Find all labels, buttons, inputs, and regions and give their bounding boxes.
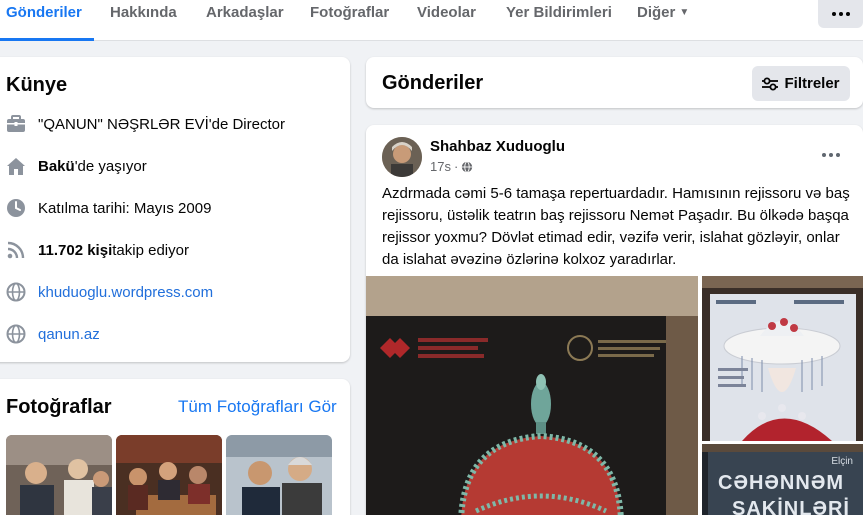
post-image-main[interactable] (366, 276, 698, 515)
intro-website-2: qanun.az (6, 322, 100, 346)
photo-thumbnail[interactable] (116, 435, 222, 515)
rss-icon (6, 240, 26, 260)
more-dot-icon (836, 153, 840, 157)
tab-about[interactable]: Hakkında (110, 0, 177, 41)
posts-title: Gönderiler (382, 72, 484, 94)
more-dot-icon (831, 12, 836, 16)
post-author-name[interactable]: Shahbaz Xuduoglu (430, 138, 565, 155)
tab-videos[interactable]: Videolar (417, 0, 476, 41)
see-all-photos-link[interactable]: Tüm Fotoğrafları Gör (178, 397, 337, 417)
house-icon (6, 156, 26, 176)
intro-website-1: khuduoglu.wordpress.com (6, 280, 213, 304)
book-author-text: Elçin (831, 456, 853, 467)
chevron-down-icon: ▼ (679, 7, 690, 18)
photo-thumbnail[interactable] (226, 435, 332, 515)
intro-followers: 11.702 kişi takip ediyor (6, 238, 189, 262)
intro-work-org[interactable]: "QANUN" NƏŞRLƏR EVİ (38, 116, 209, 133)
more-dot-icon (829, 153, 833, 157)
active-tab-indicator (0, 38, 94, 41)
avatar[interactable] (382, 137, 422, 177)
globe-icon (6, 324, 26, 344)
post-options-button[interactable] (822, 153, 840, 157)
tab-photos[interactable]: Fotoğraflar (310, 0, 389, 41)
post-meta: 17s · (430, 159, 473, 174)
more-dot-icon (822, 153, 826, 157)
filters-button[interactable]: Filtreler (752, 66, 850, 101)
tab-friends[interactable]: Arkadaşlar (206, 0, 284, 41)
intro-joined-text: Katılma tarihi: Mayıs 2009 (38, 199, 212, 217)
intro-work: "QANUN" NƏŞRLƏR EVİ'de Director (6, 112, 285, 136)
tab-posts[interactable]: Gönderiler (6, 0, 82, 41)
intro-followers-count[interactable]: 11.702 kişi (38, 242, 112, 259)
intro-website-link-1[interactable]: khuduoglu.wordpress.com (38, 284, 213, 301)
globe-icon[interactable] (461, 160, 473, 173)
photos-card: Fotoğraflar Tüm Fotoğrafları Gör (0, 379, 350, 515)
post-timestamp[interactable]: 17s (430, 159, 451, 174)
book-title-line-2: SAKİNLƏRİ (732, 498, 850, 515)
post-image-book[interactable]: Elçin CƏHƏNNƏM SAKİNLƏRİ (702, 444, 863, 515)
photo-thumbnail[interactable] (6, 435, 112, 515)
meta-separator: · (453, 159, 459, 174)
globe-icon (6, 282, 26, 302)
intro-city-name[interactable]: Bakü (38, 158, 75, 175)
intro-followers-suffix: takip ediyor (112, 241, 189, 259)
more-dot-icon (845, 12, 850, 16)
post-image-poster[interactable] (702, 276, 863, 441)
profile-more-button[interactable] (818, 0, 863, 28)
tab-checkins[interactable]: Yer Bildirimleri (506, 0, 612, 41)
photos-title: Fotoğraflar (6, 396, 112, 418)
profile-tab-bar: Gönderiler Hakkında Arkadaşlar Fotoğrafl… (0, 0, 863, 41)
intro-work-role: 'de Director (208, 115, 285, 133)
posts-header-card: Gönderiler Filtreler (366, 57, 863, 108)
tab-more[interactable]: Diğer ▼ (637, 0, 689, 41)
post-card: Shahbaz Xuduoglu 17s · Azdrmada cəmi 5-6… (366, 125, 863, 515)
post-body-text: Azdrmada cəmi 5-6 tamaşa repertuardadır.… (382, 185, 850, 268)
filters-label: Filtreler (784, 75, 840, 92)
intro-website-link-2[interactable]: qanun.az (38, 326, 100, 343)
clock-icon (6, 198, 26, 218)
more-dot-icon (838, 12, 843, 16)
briefcase-icon (6, 114, 26, 134)
sliders-icon (762, 77, 779, 90)
intro-card: Künye "QANUN" NƏŞRLƏR EVİ'de Director Ba… (0, 57, 350, 362)
intro-city: Bakü'de yaşıyor (6, 154, 147, 178)
intro-city-suffix: 'de yaşıyor (74, 157, 147, 175)
tab-more-label: Diğer (637, 4, 676, 21)
intro-title: Künye (6, 74, 68, 96)
book-title-line-1: CƏHƏNNƏM (718, 472, 844, 494)
intro-joined: Katılma tarihi: Mayıs 2009 (6, 196, 211, 220)
